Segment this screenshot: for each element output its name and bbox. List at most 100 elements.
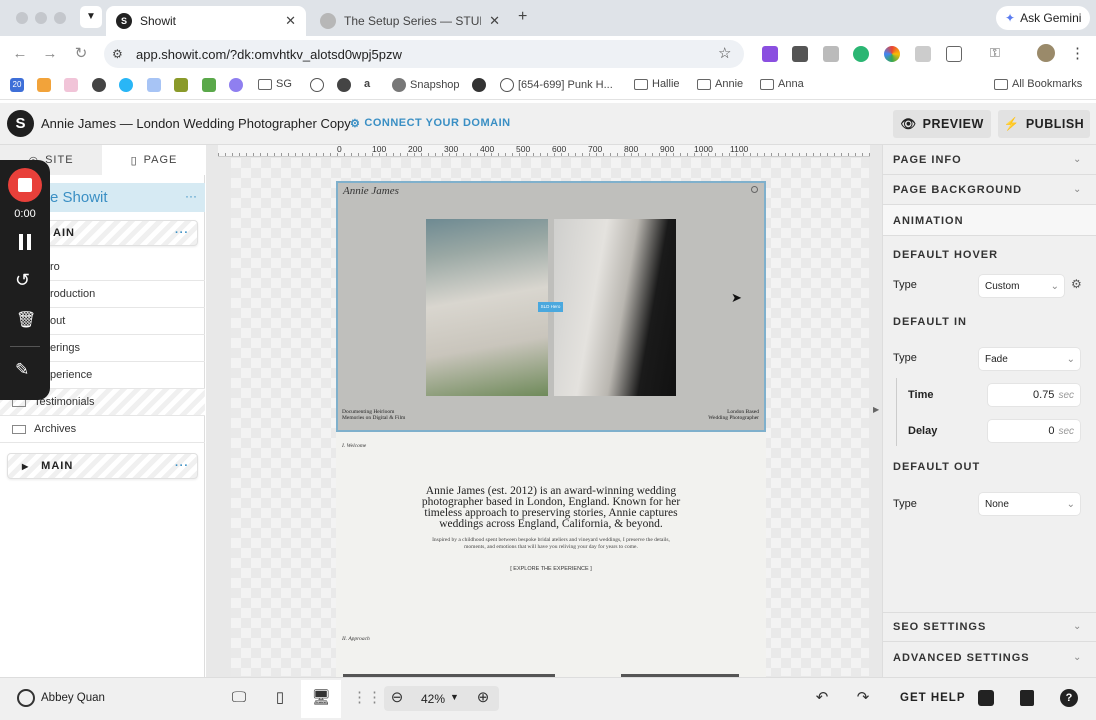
mobile-icon[interactable]: ▯ bbox=[270, 688, 290, 708]
browser-tab-showit[interactable]: S Showit ✕ bbox=[106, 6, 306, 36]
welcome-section[interactable] bbox=[336, 432, 766, 677]
in-type-label: Type bbox=[893, 352, 917, 364]
extension-green-icon[interactable] bbox=[853, 46, 869, 62]
user-avatar-icon[interactable] bbox=[17, 689, 35, 707]
undo-icon[interactable]: ↶ bbox=[812, 688, 832, 708]
tab-page[interactable]: ▯ PAGE bbox=[103, 145, 205, 175]
new-tab-button[interactable]: + bbox=[518, 8, 527, 26]
window-minimize-button[interactable] bbox=[35, 12, 47, 24]
forward-arrow-icon[interactable]: → bbox=[40, 44, 60, 64]
password-key-icon[interactable]: ⚿ bbox=[990, 45, 1000, 61]
publish-button[interactable]: ⚡ PUBLISH bbox=[998, 110, 1090, 138]
zoom-select[interactable]: 42% ▼ bbox=[421, 692, 459, 706]
bookmark-dark-icon[interactable] bbox=[92, 78, 106, 92]
hero-logo-script[interactable]: Annie James bbox=[343, 185, 399, 197]
browser-tab-setup-series[interactable]: The Setup Series — STUDIO ( ✕ bbox=[310, 6, 510, 36]
collapse-right-icon[interactable]: ▶ bbox=[873, 405, 879, 414]
bookmark-star-icon[interactable]: ☆ bbox=[718, 44, 731, 62]
desktop-icon: 🖥 bbox=[311, 689, 331, 706]
bookmark-amazon-icon[interactable]: a bbox=[364, 78, 370, 90]
page-info-label: PAGE INFO bbox=[893, 154, 962, 166]
in-type-select[interactable]: Fade ⌄ bbox=[979, 348, 1080, 370]
back-arrow-icon[interactable]: ← bbox=[10, 44, 30, 64]
bookmark-purple-icon[interactable] bbox=[229, 78, 243, 92]
window-zoom-button[interactable] bbox=[54, 12, 66, 24]
bookmark-hk-icon[interactable] bbox=[174, 78, 188, 92]
tab-search-chevron-icon[interactable]: ▼ bbox=[80, 6, 102, 28]
site-info-icon[interactable]: ⚙ bbox=[112, 47, 123, 61]
close-tab-icon[interactable]: ✕ bbox=[489, 13, 500, 29]
bookmark-folder-anna[interactable]: Anna bbox=[760, 78, 804, 90]
bookmark-grid-icon[interactable] bbox=[147, 78, 161, 92]
profile-avatar[interactable] bbox=[1037, 44, 1055, 62]
zoom-out-icon[interactable]: ⊖ bbox=[387, 688, 407, 708]
chevron-down-icon[interactable]: ⌄ bbox=[1073, 621, 1081, 632]
bookmark-circle-icon[interactable] bbox=[310, 78, 324, 92]
time-input[interactable]: 0.75 sec bbox=[988, 384, 1080, 406]
zoom-in-icon[interactable]: ⊕ bbox=[473, 688, 493, 708]
address-bar[interactable]: app.showit.com/?dk:omvhtkv_alotsd0wpj5pz… bbox=[104, 40, 744, 68]
extension-script-icon[interactable] bbox=[792, 46, 808, 62]
trash-icon[interactable]: 🗑 bbox=[16, 310, 36, 330]
grid-icon[interactable]: ⋮⋮ bbox=[352, 688, 382, 708]
animation-label: ANIMATION bbox=[893, 215, 964, 227]
bookmark-dollar-icon[interactable] bbox=[337, 78, 351, 92]
hero-photo-couple[interactable] bbox=[426, 219, 548, 396]
get-help-button[interactable]: GET HELP bbox=[900, 692, 966, 704]
stop-recording-button[interactable] bbox=[8, 168, 42, 202]
list-item-archives[interactable]: Archives bbox=[0, 416, 205, 443]
browser-menu-icon[interactable]: ⋮ bbox=[1070, 44, 1085, 62]
whats-new-icon[interactable] bbox=[978, 690, 994, 706]
extension-grid-icon[interactable] bbox=[915, 46, 931, 62]
window-close-button[interactable] bbox=[16, 12, 28, 24]
showit-logo[interactable]: S bbox=[7, 110, 34, 137]
page-background-label: PAGE BACKGROUND bbox=[893, 184, 1023, 196]
hero-photo-hands[interactable] bbox=[554, 219, 676, 396]
chevron-down-icon[interactable]: ⌄ bbox=[1073, 184, 1081, 195]
close-tab-icon[interactable]: ✕ bbox=[285, 13, 296, 29]
section-more-icon[interactable]: ··· bbox=[175, 227, 197, 239]
docs-icon[interactable] bbox=[1020, 690, 1034, 706]
bookmark-folder-hallie[interactable]: Hallie bbox=[634, 78, 680, 90]
chevron-down-icon[interactable]: ⌄ bbox=[1073, 652, 1081, 663]
ruler-label: 0 bbox=[337, 144, 342, 154]
section-more-icon[interactable]: ··· bbox=[175, 460, 197, 472]
pause-icon[interactable] bbox=[17, 234, 33, 250]
extensions-puzzle-icon[interactable] bbox=[946, 46, 962, 62]
extension-color-icon[interactable] bbox=[884, 46, 900, 62]
extension-camera-icon[interactable] bbox=[823, 46, 839, 62]
all-bookmarks[interactable]: All Bookmarks bbox=[994, 78, 1082, 90]
ask-gemini-button[interactable]: ✦ Ask Gemini bbox=[996, 6, 1090, 30]
bookmark-play-icon[interactable] bbox=[472, 78, 486, 92]
ruler-label: 800 bbox=[624, 144, 639, 154]
bookmark-shopify-icon[interactable] bbox=[202, 78, 216, 92]
explore-experience-link[interactable]: [ EXPLORE THE EXPERIENCE ] bbox=[336, 566, 766, 572]
support-chat-icon[interactable]: ? bbox=[1060, 689, 1078, 707]
redo-icon[interactable]: ↷ bbox=[853, 688, 873, 708]
bookmark-folder-sg[interactable]: SG bbox=[258, 78, 292, 90]
bookmark-pink-icon[interactable] bbox=[64, 78, 78, 92]
out-type-select[interactable]: None ⌄ bbox=[979, 493, 1080, 515]
section-main-bottom[interactable]: ▶ MAIN ··· bbox=[7, 453, 198, 479]
chevron-down-icon: ⌄ bbox=[1066, 353, 1075, 365]
pen-icon[interactable]: ✎ bbox=[15, 360, 29, 380]
bookmark-punk[interactable]: [654-699] Punk H... bbox=[500, 78, 613, 92]
bookmark-camera-icon[interactable] bbox=[37, 78, 51, 92]
delay-input[interactable]: 0 sec bbox=[988, 420, 1080, 442]
bookmark-blue-icon[interactable] bbox=[119, 78, 133, 92]
bookmark-badge[interactable]: 20 bbox=[10, 78, 24, 92]
delay-label: Delay bbox=[908, 425, 938, 437]
hover-type-select[interactable]: Custom ⌄ bbox=[979, 275, 1064, 297]
connect-domain-link[interactable]: ⚙ CONNECT YOUR DOMAIN bbox=[350, 117, 511, 130]
restart-icon[interactable]: ↺ bbox=[15, 270, 30, 291]
extension-purple-icon[interactable] bbox=[762, 46, 778, 62]
page-more-icon[interactable]: ··· bbox=[185, 189, 197, 203]
reload-icon[interactable]: ↻ bbox=[71, 44, 91, 64]
preview-button[interactable]: 👁 PREVIEW bbox=[893, 110, 991, 138]
desktop-outline-icon[interactable]: 🖵 bbox=[229, 688, 249, 708]
section-icon bbox=[12, 424, 26, 434]
chevron-down-icon[interactable]: ⌄ bbox=[1073, 154, 1081, 165]
sliders-icon[interactable]: ⚙ bbox=[1071, 277, 1082, 291]
bookmark-snapshop[interactable]: Snapshop bbox=[392, 78, 460, 92]
bookmark-folder-annie[interactable]: Annie bbox=[697, 78, 743, 90]
